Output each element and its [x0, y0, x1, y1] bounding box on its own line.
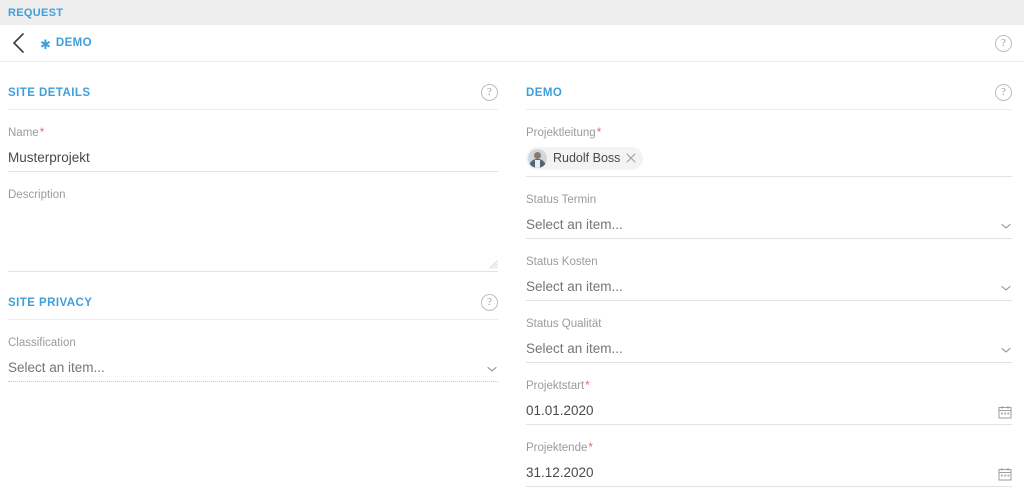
field-label: Projektstart*: [526, 380, 1012, 392]
request-bar: REQUEST: [0, 0, 1024, 25]
field-label-text: Status Qualität: [526, 318, 602, 330]
field-label-text: Name: [8, 127, 39, 139]
field-label: Name*: [8, 127, 498, 139]
status-kosten-select[interactable]: Select an item...: [526, 274, 1012, 301]
right-column: DEMO ? Projektleitung* Rudolf Boss Statu…: [512, 62, 1024, 487]
classification-select[interactable]: Select an item...: [8, 355, 498, 382]
field-label: Projektende*: [526, 442, 1012, 454]
help-circle-icon[interactable]: ?: [995, 34, 1012, 52]
chevron-down-icon[interactable]: [1000, 220, 1012, 232]
chevron-down-icon[interactable]: [486, 363, 498, 375]
help-circle-icon[interactable]: ?: [481, 84, 498, 101]
help-circle-icon[interactable]: ?: [481, 294, 498, 311]
avatar-shirt: [535, 159, 540, 168]
person-chip-name: Rudolf Boss: [553, 151, 621, 165]
field-label-text: Projektstart: [526, 380, 585, 392]
field-projektleitung: Projektleitung* Rudolf Boss: [526, 127, 1012, 177]
projektende-date-value: 31.12.2020: [526, 465, 594, 480]
field-label: Projektleitung*: [526, 127, 1012, 139]
request-bar-label: REQUEST: [8, 6, 64, 19]
page-header: ✱ DEMO ?: [0, 25, 1024, 62]
field-label-text: Status Kosten: [526, 256, 598, 268]
required-asterisk: *: [588, 442, 593, 454]
person-chip[interactable]: Rudolf Boss: [526, 146, 644, 170]
status-qualitaet-select[interactable]: Select an item...: [526, 336, 1012, 363]
field-label: Status Termin: [526, 194, 1012, 206]
left-column: SITE DETAILS ? Name* Musterprojekt Descr…: [0, 62, 512, 382]
required-asterisk: *: [596, 127, 602, 139]
field-label-text: Classification: [8, 337, 76, 349]
page-title: DEMO: [55, 37, 93, 49]
field-label-text: Projektende: [526, 442, 588, 454]
page-title-group: ✱ DEMO: [40, 36, 93, 52]
avatar-head: [534, 151, 541, 159]
classification-select-placeholder: Select an item...: [8, 360, 105, 375]
section-header: SITE PRIVACY ?: [8, 294, 498, 320]
projektstart-date-input[interactable]: 01.01.2020: [526, 398, 1012, 425]
field-classification: Classification Select an item...: [8, 337, 498, 382]
section-header: DEMO ?: [526, 84, 1012, 110]
calendar-icon[interactable]: [998, 467, 1012, 481]
name-input[interactable]: Musterprojekt: [8, 145, 498, 172]
field-projektstart: Projektstart* 01.01.2020: [526, 380, 1012, 425]
status-termin-select-placeholder: Select an item...: [526, 217, 623, 232]
back-button[interactable]: [6, 30, 32, 56]
field-status-qualitaet: Status Qualität Select an item...: [526, 318, 1012, 363]
field-label-text: Description: [8, 189, 66, 201]
field-label-text: Projektleitung: [526, 127, 596, 139]
projektleitung-people-picker[interactable]: Rudolf Boss: [526, 145, 1012, 177]
chevron-down-icon[interactable]: [1000, 344, 1012, 356]
field-status-termin: Status Termin Select an item...: [526, 194, 1012, 239]
status-termin-select[interactable]: Select an item...: [526, 212, 1012, 239]
projektende-date-input[interactable]: 31.12.2020: [526, 460, 1012, 487]
required-asterisk: *: [39, 127, 45, 139]
help-circle-icon[interactable]: ?: [995, 84, 1012, 101]
section-title: SITE DETAILS: [8, 86, 91, 99]
chevron-down-icon[interactable]: [1000, 282, 1012, 294]
section-header: SITE DETAILS ?: [8, 84, 498, 110]
projektstart-date-value: 01.01.2020: [526, 403, 594, 418]
section-site-privacy: SITE PRIVACY ? Classification Select an …: [8, 294, 498, 382]
section-title: DEMO: [526, 86, 563, 99]
name-input-value: Musterprojekt: [8, 150, 90, 165]
required-asterisk: *: [585, 380, 590, 392]
field-label: Description: [8, 189, 498, 201]
status-qualitaet-select-placeholder: Select an item...: [526, 341, 623, 356]
section-title: SITE PRIVACY: [8, 296, 93, 309]
close-icon[interactable]: [626, 153, 636, 163]
asterisk-icon: ✱: [40, 36, 51, 52]
field-label: Classification: [8, 337, 498, 349]
field-projektende: Projektende* 31.12.2020: [526, 442, 1012, 487]
field-label-text: Status Termin: [526, 194, 597, 206]
field-label: Status Kosten: [526, 256, 1012, 268]
form-columns: SITE DETAILS ? Name* Musterprojekt Descr…: [0, 62, 1024, 487]
section-demo: DEMO ? Projektleitung* Rudolf Boss Statu…: [526, 84, 1012, 487]
field-name: Name* Musterprojekt: [8, 127, 498, 172]
description-textarea[interactable]: [8, 207, 498, 272]
field-label: Status Qualität: [526, 318, 1012, 330]
avatar: [528, 148, 547, 168]
resize-handle-icon[interactable]: [489, 260, 498, 269]
section-site-details: SITE DETAILS ? Name* Musterprojekt Descr…: [8, 84, 498, 272]
chevron-left-icon: [12, 33, 24, 53]
field-description: Description: [8, 189, 498, 272]
field-status-kosten: Status Kosten Select an item...: [526, 256, 1012, 301]
status-kosten-select-placeholder: Select an item...: [526, 279, 623, 294]
calendar-icon[interactable]: [998, 405, 1012, 419]
